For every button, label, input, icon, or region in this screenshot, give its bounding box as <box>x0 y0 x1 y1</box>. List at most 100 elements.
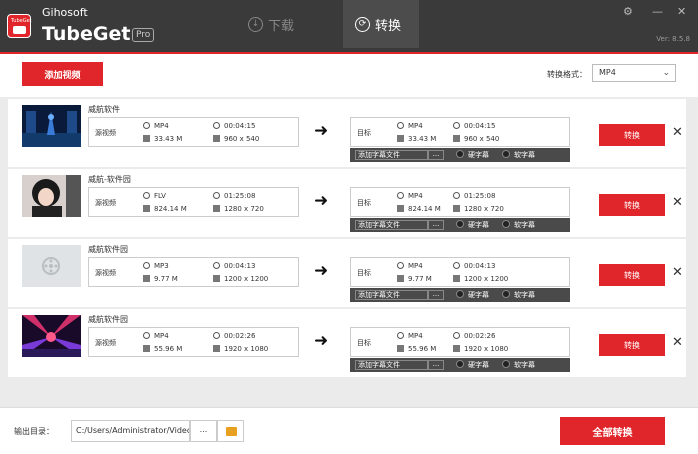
clock-icon <box>213 192 220 199</box>
folder-icon <box>226 427 237 436</box>
minimize-icon[interactable]: — <box>652 5 663 18</box>
source-format: FLV <box>154 192 166 200</box>
soft-subtitle-radio[interactable]: 软字幕 <box>502 220 535 230</box>
subtitle-file-input[interactable]: 添加字幕文件 <box>355 360 428 370</box>
output-path-input[interactable]: C:/Users/Administrator/Videos <box>71 420 190 442</box>
soft-subtitle-radio[interactable]: 软字幕 <box>502 150 535 160</box>
target-format: MP4 <box>408 122 423 130</box>
source-size: 9.77 M <box>154 275 178 283</box>
file-icon <box>143 205 150 212</box>
hard-subtitle-label: 硬字幕 <box>468 361 489 369</box>
output-dir-label: 输出目录： <box>14 427 54 436</box>
target-resolution: 1280 x 720 <box>464 205 504 213</box>
settings-icon[interactable]: ⚙ <box>623 5 633 18</box>
video-thumbnail <box>22 315 81 357</box>
target-size: 55.96 M <box>408 345 437 353</box>
source-size: 55.96 M <box>154 345 183 353</box>
source-resolution: 1920 x 1080 <box>224 345 269 353</box>
convert-button[interactable]: 转换 <box>599 334 665 356</box>
target-format: MP4 <box>408 262 423 270</box>
subtitle-browse-button[interactable]: ... <box>428 290 444 300</box>
format-select[interactable]: MP4 ⌄ <box>592 64 676 82</box>
clock-icon <box>453 122 460 129</box>
source-label: 源视频 <box>95 129 116 137</box>
target-info: 目标 MP4 00:04:13 9.77 M 1200 x 1200 <box>350 257 570 287</box>
soft-subtitle-radio[interactable]: 软字幕 <box>502 360 535 370</box>
download-icon: ↓ <box>248 16 263 32</box>
hard-subtitle-radio[interactable]: 硬字幕 <box>456 290 489 300</box>
tab-download[interactable]: ↓ 下载 <box>248 0 343 48</box>
subtitle-bar: 添加字幕文件 ... 硬字幕 软字幕 <box>350 358 570 372</box>
film-icon <box>143 122 150 129</box>
soft-subtitle-label: 软字幕 <box>514 291 535 299</box>
remove-icon[interactable]: ✕ <box>672 265 683 280</box>
image-icon <box>453 275 460 282</box>
subtitle-browse-button[interactable]: ... <box>428 220 444 230</box>
convert-button[interactable]: 转换 <box>599 124 665 146</box>
video-thumbnail <box>22 245 81 287</box>
convert-button[interactable]: 转换 <box>599 264 665 286</box>
soft-subtitle-radio[interactable]: 软字幕 <box>502 290 535 300</box>
convert-all-button[interactable]: 全部转换 <box>560 417 665 445</box>
play-icon <box>13 26 26 34</box>
video-thumbnail <box>22 175 81 217</box>
subtitle-file-input[interactable]: 添加字幕文件 <box>355 220 428 230</box>
target-resolution: 1920 x 1080 <box>464 345 509 353</box>
arrow-right-icon: ➜ <box>314 261 329 281</box>
subtitle-file-input[interactable]: 添加字幕文件 <box>355 150 428 160</box>
image-icon <box>453 345 460 352</box>
soft-subtitle-label: 软字幕 <box>514 221 535 229</box>
remove-icon[interactable]: ✕ <box>672 125 683 140</box>
remove-icon[interactable]: ✕ <box>672 195 683 210</box>
hard-subtitle-radio[interactable]: 硬字幕 <box>456 220 489 230</box>
subtitle-browse-button[interactable]: ... <box>428 150 444 160</box>
source-size: 824.14 M <box>154 205 187 213</box>
tab-convert[interactable]: ⟳ 转换 <box>343 0 419 48</box>
image-icon <box>453 205 460 212</box>
video-title: 威航软件 <box>88 105 120 114</box>
file-icon <box>143 345 150 352</box>
target-label: 目标 <box>357 339 371 347</box>
hard-subtitle-label: 硬字幕 <box>468 291 489 299</box>
hard-subtitle-radio[interactable]: 硬字幕 <box>456 360 489 370</box>
source-format: MP4 <box>154 332 169 340</box>
browse-button[interactable]: ... <box>190 420 217 442</box>
subtitle-bar: 添加字幕文件 ... 硬字幕 软字幕 <box>350 288 570 302</box>
film-icon <box>143 192 150 199</box>
target-size: 33.43 M <box>408 135 437 143</box>
subtitle-bar: 添加字幕文件 ... 硬字幕 软字幕 <box>350 148 570 162</box>
target-duration: 00:02:26 <box>464 332 496 340</box>
target-info: 目标 MP4 01:25:08 824.14 M 1280 x 720 <box>350 187 570 217</box>
close-icon[interactable]: ✕ <box>677 5 686 18</box>
target-label: 目标 <box>357 129 371 137</box>
arrow-right-icon: ➜ <box>314 121 329 141</box>
add-video-button[interactable]: 添加视频 <box>22 62 103 86</box>
hard-subtitle-label: 硬字幕 <box>468 151 489 159</box>
soft-subtitle-label: 软字幕 <box>514 151 535 159</box>
convert-button[interactable]: 转换 <box>599 194 665 216</box>
video-thumbnail <box>22 105 81 147</box>
clock-icon <box>453 192 460 199</box>
remove-icon[interactable]: ✕ <box>672 335 683 350</box>
source-label: 源视频 <box>95 199 116 207</box>
video-title: 威航-软件园 <box>88 175 131 184</box>
source-format: MP3 <box>154 262 169 270</box>
subtitle-browse-button[interactable]: ... <box>428 360 444 370</box>
title-bar: TubeGet Gihosoft TubeGet Pro ↓ 下载 ⟳ 转换 ⚙… <box>0 0 698 52</box>
video-title: 威航软件园 <box>88 315 128 324</box>
chevron-down-icon: ⌄ <box>662 68 670 78</box>
version-label: Ver: 8.5.8 <box>656 35 690 43</box>
hard-subtitle-radio[interactable]: 硬字幕 <box>456 150 489 160</box>
target-resolution: 1200 x 1200 <box>464 275 509 283</box>
image-icon <box>213 135 220 142</box>
source-duration: 00:02:26 <box>224 332 256 340</box>
radio-icon <box>502 150 510 158</box>
format-select-value: MP4 <box>599 68 616 77</box>
open-folder-button[interactable] <box>217 420 244 442</box>
source-info: 源视频 MP4 00:04:15 33.43 M 960 x 540 <box>88 117 299 147</box>
source-resolution: 1280 x 720 <box>224 205 264 213</box>
subtitle-file-input[interactable]: 添加字幕文件 <box>355 290 428 300</box>
source-label: 源视频 <box>95 339 116 347</box>
source-duration: 00:04:15 <box>224 122 256 130</box>
clock-icon <box>453 262 460 269</box>
